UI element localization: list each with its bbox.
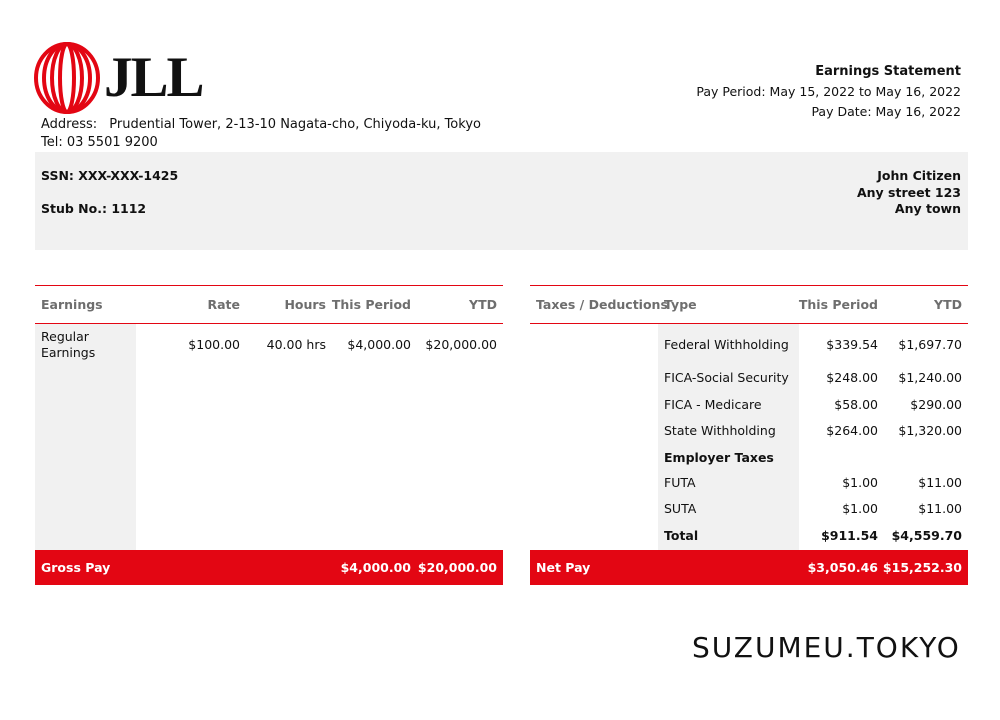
tax-type: Federal Withholding [664, 337, 789, 352]
employee-address: John Citizen Any street 123 Any town [857, 168, 961, 218]
taxes-col-header: Taxes / Deductions [536, 297, 668, 312]
watermark: SUZUMEU.TOKYO [692, 631, 961, 664]
tax-this-period: $339.54 [826, 337, 878, 352]
company-address-block: Address: Prudential Tower, 2-13-10 Nagat… [41, 116, 481, 152]
earnings-rate: $100.00 [188, 337, 240, 352]
net-pay-row: Net Pay $3,050.46 $15,252.30 [530, 550, 968, 585]
tax-this-period: $1.00 [842, 501, 878, 516]
earnings-col-header: Earnings [41, 297, 103, 312]
taxes-header-row: Taxes / Deductions Type This Period YTD [530, 285, 968, 324]
ytd-col-header: YTD [469, 297, 497, 312]
earnings-table: Earnings Rate Hours This Period YTD Regu… [35, 285, 503, 585]
address-label: Address: [41, 117, 98, 132]
tax-this-period-col-header: This Period [798, 297, 878, 312]
rate-col-header: Rate [207, 297, 240, 312]
tax-this-period: $1.00 [842, 475, 878, 490]
company-phone: Tel: 03 5501 9200 [41, 135, 158, 150]
net-pay-this-period: $3,050.46 [807, 560, 878, 575]
earnings-header-row: Earnings Rate Hours This Period YTD [35, 285, 503, 324]
tax-type: FICA-Social Security [664, 370, 789, 385]
earnings-hours: 40.00 hrs [266, 337, 326, 352]
this-period-col-header: This Period [331, 297, 411, 312]
tax-type: FUTA [664, 475, 696, 490]
gross-pay-label: Gross Pay [41, 560, 111, 575]
table-row: Regular Earnings [41, 329, 95, 361]
tax-ytd-col-header: YTD [934, 297, 962, 312]
tax-type: SUTA [664, 501, 697, 516]
earnings-label-line1: Regular [41, 329, 89, 344]
earnings-label-line2: Earnings [41, 345, 96, 360]
statement-header: Earnings Statement Pay Period: May 15, 2… [696, 62, 961, 122]
logo-wordmark: JLL [104, 46, 205, 109]
employee-town: Any town [894, 201, 961, 216]
earnings-this-period: $4,000.00 [347, 337, 411, 352]
taxes-body: Federal Withholding $339.54 $1,697.70 FI… [530, 324, 968, 550]
employer-taxes-heading: Employer Taxes [664, 450, 774, 465]
tax-this-period: $248.00 [826, 370, 878, 385]
tax-this-period: $264.00 [826, 423, 878, 438]
tax-ytd: $11.00 [918, 501, 962, 516]
tax-ytd: $11.00 [918, 475, 962, 490]
employee-ids: SSN: XXX-XXX-1425 Stub No.: 1112 [41, 168, 178, 234]
statement-title: Earnings Statement [815, 64, 961, 79]
address-value: Prudential Tower, 2-13-10 Nagata-cho, Ch… [109, 117, 481, 132]
jll-rings-icon [34, 42, 100, 114]
company-logo: JLL [34, 42, 205, 114]
tax-ytd: $1,697.70 [898, 337, 962, 352]
tax-total-this-period: $911.54 [821, 528, 878, 543]
gross-pay-ytd: $20,000.00 [417, 560, 497, 575]
ssn: SSN: XXX-XXX-1425 [41, 168, 179, 183]
net-pay-ytd: $15,252.30 [882, 560, 962, 575]
net-pay-label: Net Pay [536, 560, 591, 575]
pay-date: Pay Date: May 16, 2022 [811, 104, 961, 119]
tax-ytd: $1,240.00 [898, 370, 962, 385]
gross-pay-this-period: $4,000.00 [340, 560, 411, 575]
tax-type: State Withholding [664, 423, 776, 438]
type-col-header: Type [664, 297, 697, 312]
gross-pay-row: Gross Pay $4,000.00 $20,000.00 [35, 550, 503, 585]
tax-type: FICA - Medicare [664, 397, 762, 412]
hours-col-header: Hours [284, 297, 326, 312]
stub-number: Stub No.: 1112 [41, 201, 147, 216]
earnings-ytd: $20,000.00 [425, 337, 497, 352]
earnings-body: Regular Earnings $100.00 40.00 hrs $4,00… [35, 324, 503, 550]
tax-total-label: Total [664, 528, 699, 543]
tax-ytd: $1,320.00 [898, 423, 962, 438]
tax-this-period: $58.00 [834, 397, 878, 412]
taxes-table: Taxes / Deductions Type This Period YTD … [530, 285, 968, 585]
pay-period: Pay Period: May 15, 2022 to May 16, 2022 [696, 84, 961, 99]
employee-street: Any street 123 [856, 184, 961, 200]
tax-ytd: $290.00 [910, 397, 962, 412]
employee-info-band: SSN: XXX-XXX-1425 Stub No.: 1112 John Ci… [35, 152, 968, 250]
employee-name: John Citizen [877, 168, 961, 183]
tax-total-ytd: $4,559.70 [891, 528, 962, 543]
